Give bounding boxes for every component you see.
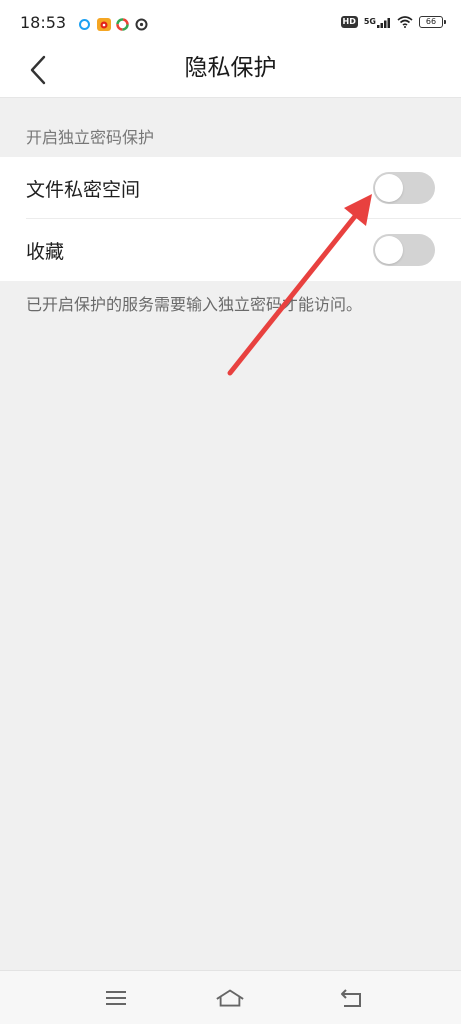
sync-app-icon bbox=[135, 16, 148, 30]
status-left: 18:53 bbox=[20, 13, 148, 32]
hint-text: 已开启保护的服务需要输入独立密码才能访问。 bbox=[26, 295, 363, 314]
nav-bar bbox=[0, 970, 461, 1024]
toggle-knob bbox=[375, 174, 403, 202]
colorful-app-icon bbox=[116, 16, 129, 31]
setting-label: 文件私密空间 bbox=[26, 178, 141, 201]
header: 隐私保护 bbox=[0, 44, 461, 98]
setting-row-private-space[interactable]: 文件私密空间 bbox=[0, 157, 461, 219]
wifi-icon bbox=[397, 13, 413, 32]
nav-return-button[interactable] bbox=[336, 983, 366, 1013]
annotation-arrow bbox=[227, 194, 372, 376]
page-title: 隐私保护 bbox=[184, 55, 277, 81]
nav-menu-button[interactable] bbox=[101, 983, 131, 1013]
signal-icon: 5G bbox=[364, 17, 391, 28]
network-label: 5G bbox=[363, 16, 376, 26]
favorites-toggle[interactable] bbox=[373, 234, 435, 266]
setting-label: 收藏 bbox=[26, 240, 65, 263]
hd-badge: HD bbox=[340, 16, 358, 28]
settings-group: 文件私密空间 收藏 bbox=[0, 157, 461, 281]
toggle-knob bbox=[375, 236, 403, 264]
battery-icon: 66 bbox=[419, 16, 446, 28]
menu-icon bbox=[106, 991, 126, 1005]
status-time: 18:53 bbox=[20, 12, 67, 32]
return-icon bbox=[341, 989, 361, 1007]
weibo-icon bbox=[97, 16, 112, 31]
nav-home-button[interactable] bbox=[215, 983, 245, 1013]
status-right: HD 5G 66 bbox=[340, 13, 446, 32]
app-notification-icon bbox=[78, 16, 91, 30]
setting-row-favorites[interactable]: 收藏 bbox=[0, 219, 461, 281]
home-icon bbox=[216, 989, 244, 1007]
section-label: 开启独立密码保护 bbox=[26, 128, 155, 147]
private-space-toggle[interactable] bbox=[373, 172, 435, 204]
status-bar: 18:53 HD 5G 66 bbox=[0, 0, 461, 44]
